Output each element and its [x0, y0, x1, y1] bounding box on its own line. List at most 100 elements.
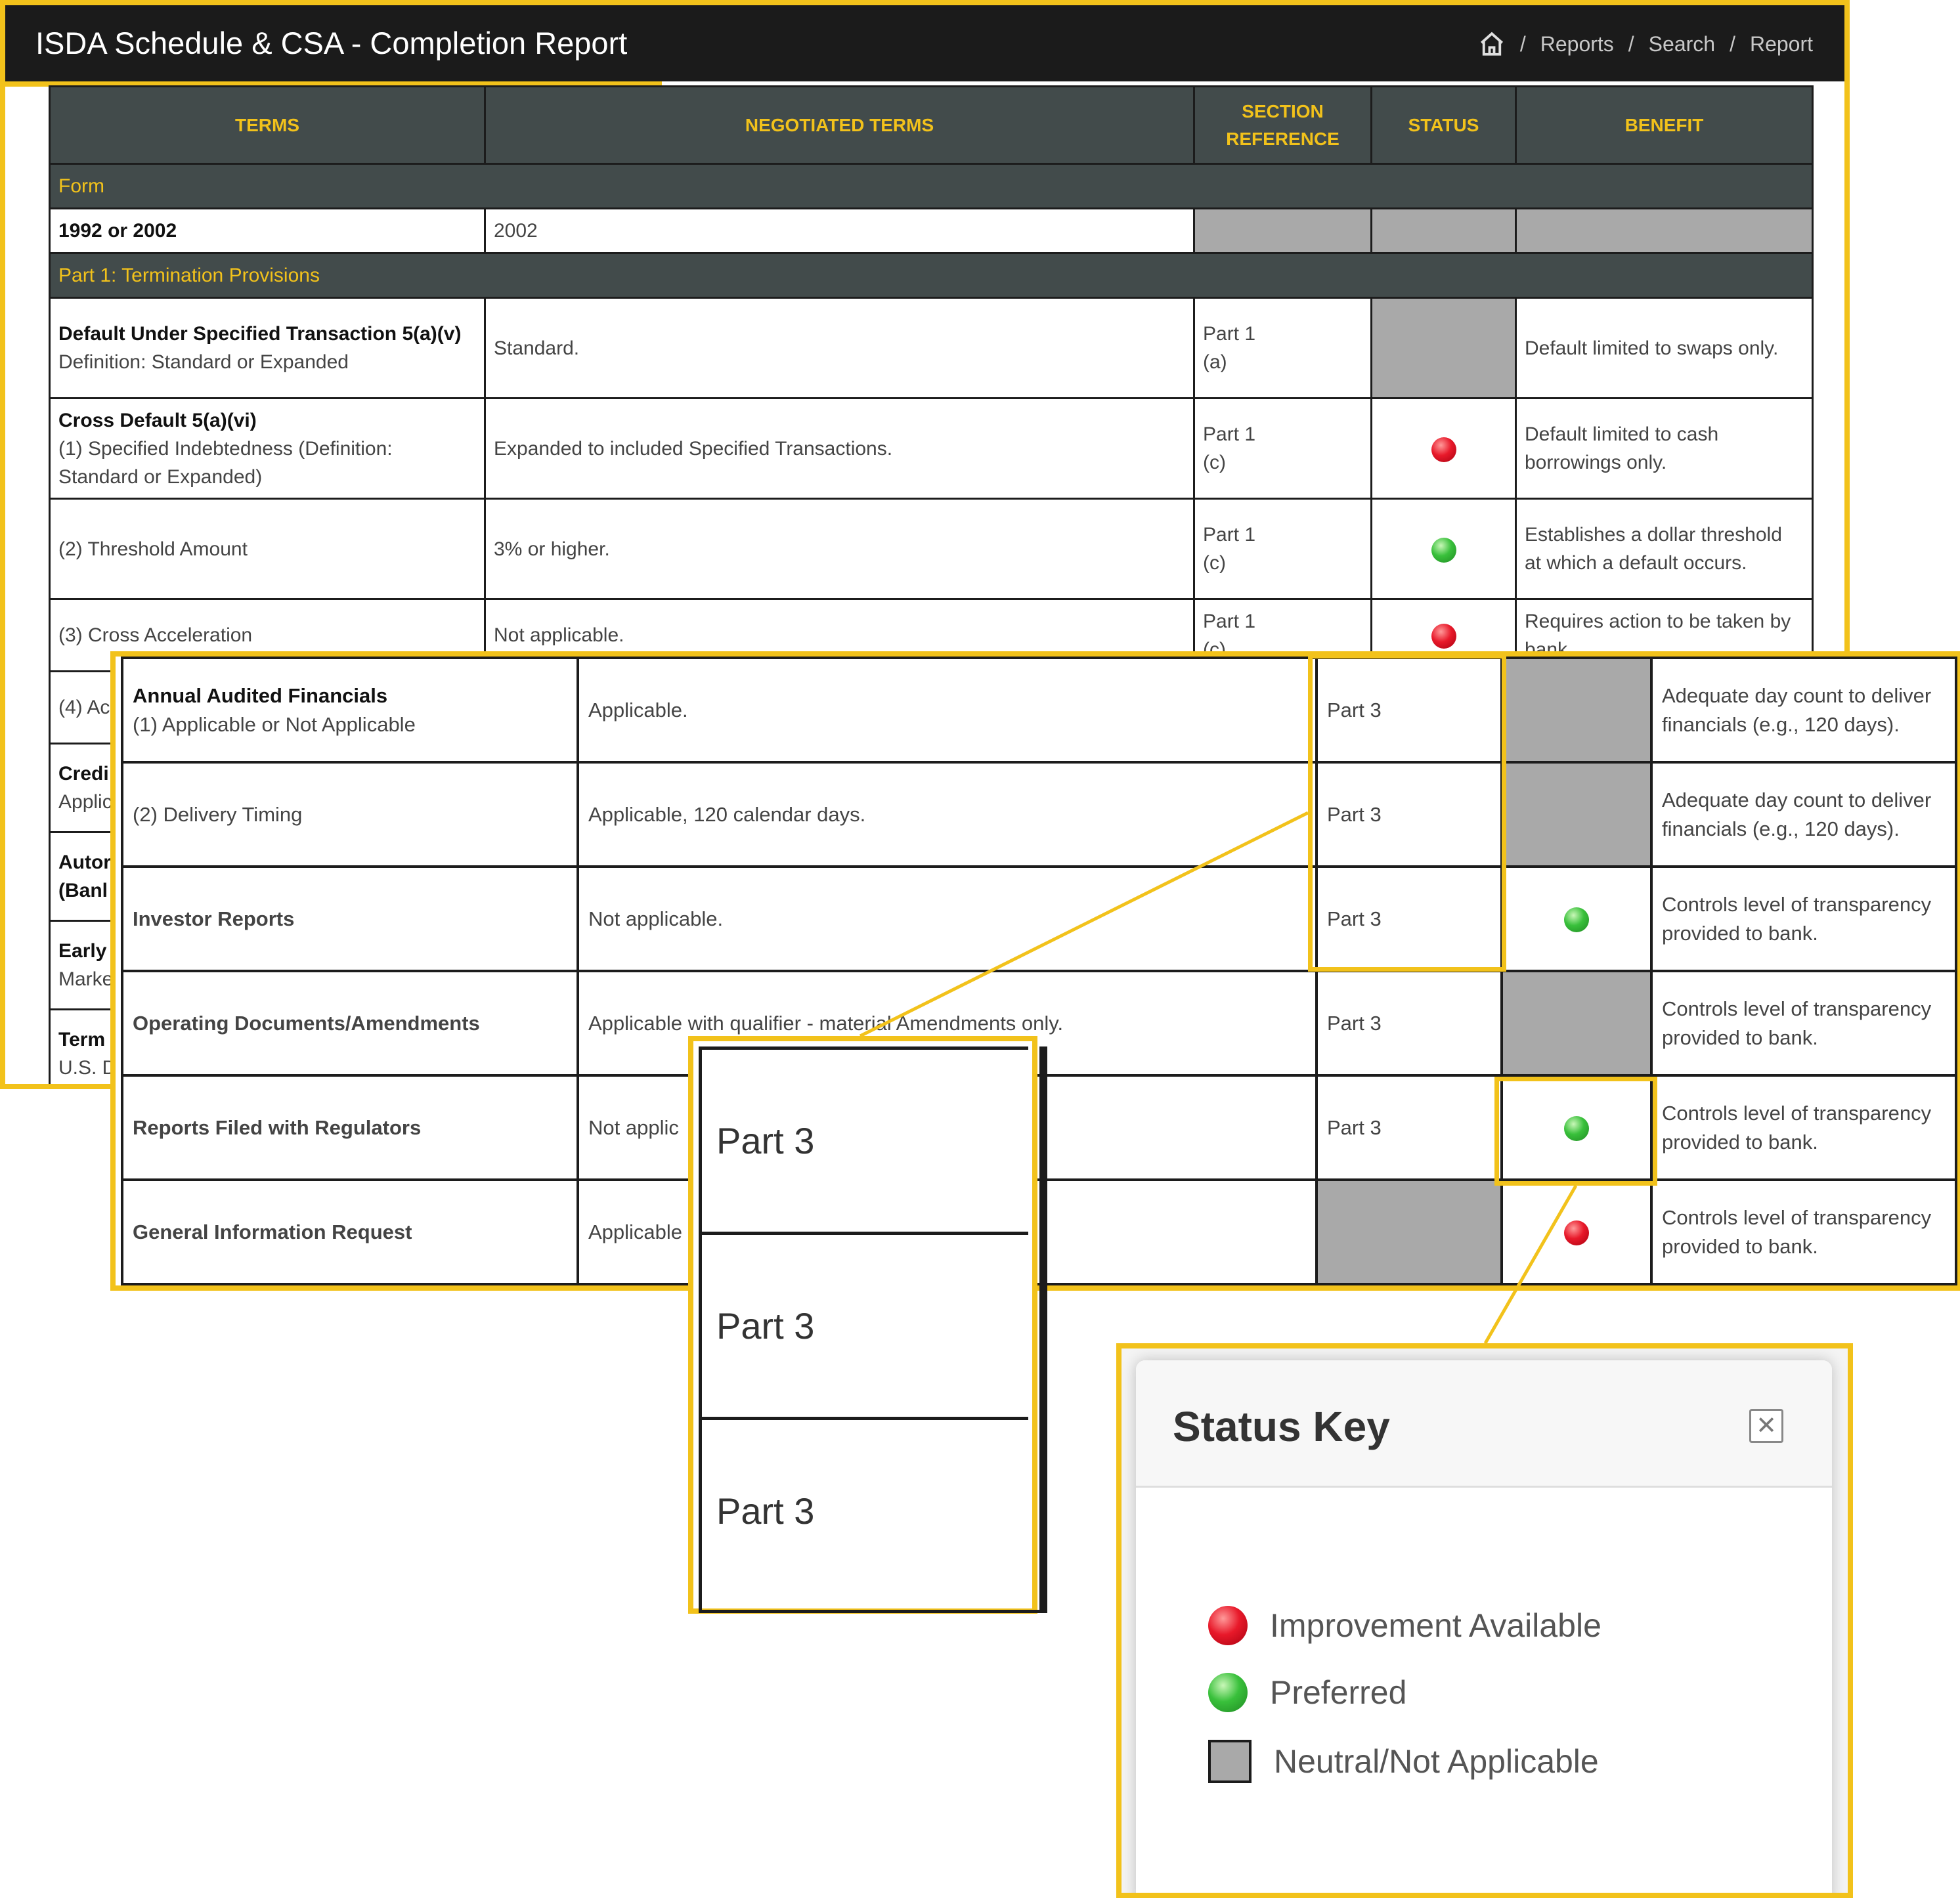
section-cell: Part 3 [1315, 1074, 1503, 1181]
status-neutral [1500, 761, 1653, 868]
term-cell: Default Under Specified Transaction 5(a)… [49, 297, 486, 399]
column-header-benefit: BENEFIT [1515, 85, 1814, 165]
term-cell: 1992 or 2002 [49, 207, 486, 254]
benefit-cell: Controls level of transparency provided … [1650, 1074, 1957, 1181]
table-row: Annual Audited Financials (1) Applicable … [121, 657, 1957, 764]
key-item-preferred: Preferred [1208, 1673, 1406, 1712]
term-cell: Annual Audited Financials (1) Applicable … [121, 657, 579, 764]
negotiated-cell: Standard. [484, 297, 1195, 399]
breadcrumb-reports[interactable]: Reports [1540, 32, 1614, 56]
benefit-cell: Default limited to swaps only. [1515, 297, 1814, 399]
status-key-modal: Status Key ✕ Improvement Available Prefe… [1136, 1360, 1832, 1893]
table-row: 1992 or 2002 2002 [49, 207, 1814, 254]
term-subtitle: (1) Specified Indebtedness (Definition: … [58, 437, 393, 488]
section-cell: Part 1 (c) [1193, 498, 1372, 600]
term-cell: Cross Default 5(a)(vi) (1) Specified Inde… [49, 397, 486, 500]
table-header-row: TERMS NEGOTIATED TERMS SECTION REFERENCE… [49, 85, 1814, 165]
highlight-status-cell [1494, 1077, 1657, 1186]
table-row: Cross Default 5(a)(vi) (1) Specified Inde… [49, 397, 1814, 500]
key-item-label: Improvement Available [1270, 1607, 1601, 1644]
term-cell: Operating Documents/Amendments [121, 970, 579, 1077]
breadcrumb-report[interactable]: Report [1750, 32, 1813, 56]
status-cell [1500, 1178, 1653, 1285]
zoom-cell-part3: Part 3 [702, 1232, 1028, 1417]
section-cell [1193, 207, 1372, 254]
section-cell: Part 3 [1315, 970, 1503, 1077]
home-icon[interactable] [1478, 30, 1506, 58]
benefit-cell: Establishes a dollar threshold at which … [1515, 498, 1814, 600]
breadcrumb-separator: / [1628, 32, 1634, 56]
status-neutral [1500, 970, 1653, 1077]
breadcrumb-separator: / [1519, 32, 1526, 56]
term-cell: Investor Reports [121, 865, 579, 972]
status-red-dot-icon [1431, 437, 1456, 462]
section-row-part1: Part 1: Termination Provisions [49, 252, 1814, 299]
zoom-cell-part3: Part 3 [702, 1046, 1028, 1232]
term-cell: (2) Threshold Amount [49, 498, 486, 600]
status-green-dot-icon [1431, 537, 1456, 563]
title-bar: ISDA Schedule & CSA - Completion Report … [5, 5, 1844, 81]
status-cell [1370, 498, 1517, 600]
status-key-title: Status Key [1173, 1403, 1390, 1450]
term-cell: General Information Request [121, 1178, 579, 1285]
term-subtitle: (1) Applicable or Not Applicable [133, 712, 416, 736]
term-subtitle: Definition: Standard or Expanded [58, 351, 349, 373]
highlight-section-reference [1308, 654, 1506, 972]
gray-square-icon [1208, 1740, 1252, 1783]
status-neutral [1500, 657, 1653, 764]
zoom-cells: Part 3 Part 3 Part 3 [699, 1046, 1047, 1613]
benefit-cell: Controls level of transparency provided … [1650, 865, 1957, 972]
zoom-cell-part3: Part 3 [702, 1417, 1028, 1602]
term-cell: Reports Filed with Regulators [121, 1074, 579, 1181]
status-cell [1500, 865, 1653, 972]
breadcrumb: / Reports / Search / Report [1478, 30, 1813, 58]
column-header-status: STATUS [1370, 85, 1517, 165]
term-cell: (2) Delivery Timing [121, 761, 579, 868]
key-item-label: Neutral/Not Applicable [1274, 1743, 1599, 1780]
negotiated-cell: 2002 [484, 207, 1195, 254]
section-cell: Part 1 (a) [1193, 297, 1372, 399]
table-row: Default Under Specified Transaction 5(a)… [49, 297, 1814, 399]
status-key-panel: Status Key ✕ Improvement Available Prefe… [1116, 1343, 1853, 1898]
page-title: ISDA Schedule & CSA - Completion Report [35, 26, 628, 60]
status-neutral [1370, 207, 1517, 254]
negotiated-cell: 3% or higher. [484, 498, 1195, 600]
negotiated-cell: Applicable, 120 calendar days. [577, 761, 1318, 868]
status-key-header: Status Key ✕ [1136, 1360, 1832, 1488]
green-dot-icon [1208, 1673, 1248, 1712]
section-label: Form [49, 163, 1814, 209]
breadcrumb-search[interactable]: Search [1649, 32, 1715, 56]
benefit-cell [1515, 207, 1814, 254]
table-row: Investor Reports Not applicable. Part 3 … [121, 865, 1957, 972]
column-header-negotiated: NEGOTIATED TERMS [484, 85, 1195, 165]
close-icon[interactable]: ✕ [1749, 1409, 1783, 1443]
key-item-label: Preferred [1270, 1674, 1407, 1711]
term-title: Cross Default 5(a)(vi) [58, 409, 257, 431]
table-row: (2) Threshold Amount 3% or higher. Part … [49, 498, 1814, 600]
zoom-panel-part3: Part 3 Part 3 Part 3 [688, 1036, 1047, 1614]
status-red-dot-icon [1564, 1220, 1589, 1246]
benefit-cell: Adequate day count to deliver financials… [1650, 657, 1957, 764]
column-header-terms: TERMS [49, 85, 486, 165]
table-row: (2) Delivery Timing Applicable, 120 cale… [121, 761, 1957, 868]
status-green-dot-icon [1564, 907, 1589, 933]
term-title: Annual Audited Financials [133, 683, 388, 707]
key-item-improvement: Improvement Available [1208, 1606, 1601, 1645]
benefit-cell: Controls level of transparency provided … [1650, 970, 1957, 1077]
status-cell [1370, 397, 1517, 500]
benefit-cell: Controls level of transparency provided … [1650, 1178, 1957, 1285]
breadcrumb-separator: / [1730, 32, 1735, 56]
negotiated-cell: Not applicable. [577, 865, 1318, 972]
red-dot-icon [1208, 1606, 1248, 1645]
key-item-neutral: Neutral/Not Applicable [1208, 1740, 1599, 1783]
status-red-dot-icon [1431, 624, 1456, 649]
negotiated-cell: Applicable. [577, 657, 1318, 764]
section-label: Part 1: Termination Provisions [49, 252, 1814, 299]
status-neutral [1370, 297, 1517, 399]
negotiated-cell: Expanded to included Specified Transacti… [484, 397, 1195, 500]
section-row-form: Form [49, 163, 1814, 209]
section-cell [1315, 1178, 1503, 1285]
column-header-section: SECTION REFERENCE [1193, 85, 1372, 165]
benefit-cell: Adequate day count to deliver financials… [1650, 761, 1957, 868]
section-cell: Part 1 (c) [1193, 397, 1372, 500]
